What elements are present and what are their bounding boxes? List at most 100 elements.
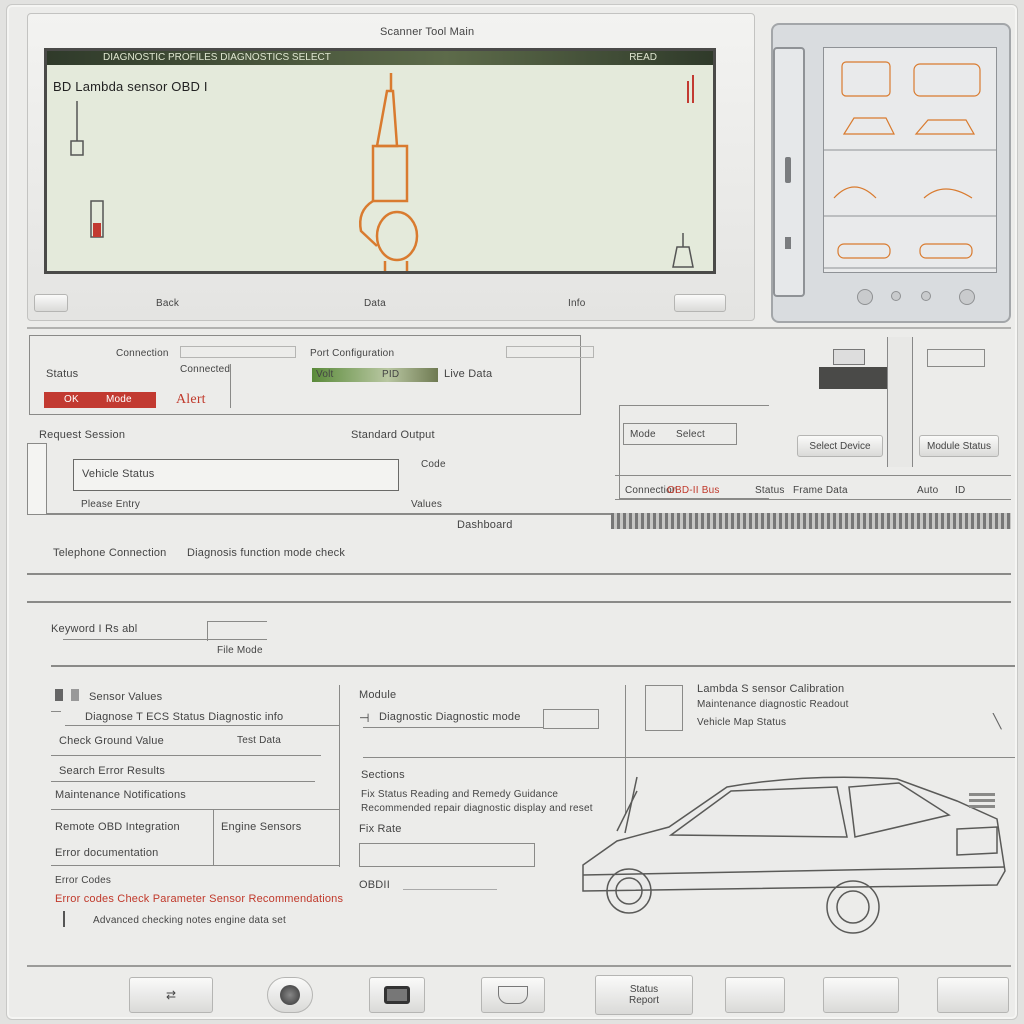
screen-right-slider[interactable] — [674, 294, 726, 312]
vehicle-status-input[interactable]: Vehicle Status — [73, 459, 399, 491]
diagnostic-mode-field[interactable] — [543, 709, 599, 729]
divider — [339, 685, 340, 867]
mode-value: Select — [676, 429, 705, 440]
exit-button[interactable] — [937, 977, 1009, 1013]
bookmark-icon — [55, 689, 63, 701]
field-label-port: Port Configuration — [310, 348, 395, 359]
live-right: PID — [382, 369, 400, 380]
bottom-cell-1[interactable]: Remote OBD Integration — [55, 821, 180, 833]
alert-bar-left: OK — [64, 394, 79, 405]
right-row-3: Status — [755, 485, 785, 496]
door-latch-icon — [785, 237, 791, 249]
bookmark-icon — [71, 689, 79, 701]
mid-section: Sections — [361, 769, 405, 781]
adapter-button[interactable] — [481, 977, 545, 1013]
divider — [51, 755, 321, 756]
nav-left-button[interactable] — [857, 289, 873, 305]
connection-field[interactable] — [180, 346, 296, 358]
expand-icon[interactable]: ╲ — [993, 713, 1001, 730]
cable-label-box — [927, 349, 985, 367]
field-label-connection: Connection — [116, 348, 169, 359]
left-row-2[interactable]: Diagnose T ECS Status Diagnostic info — [85, 711, 283, 723]
divider — [615, 499, 1011, 500]
module-status-button[interactable]: Module Status — [919, 435, 999, 457]
request-right: Standard Output — [351, 429, 435, 441]
monitor-tab-back[interactable]: Back — [156, 298, 179, 309]
mid-field-2: Fix Rate — [359, 823, 402, 835]
bottom-cell-3[interactable]: Error documentation — [55, 847, 158, 859]
vehicle-icons — [824, 61, 996, 269]
probe-icon — [70, 101, 84, 156]
divider — [230, 364, 231, 408]
mode-select[interactable]: Mode Select — [623, 423, 737, 445]
divider — [27, 327, 1011, 329]
port-field[interactable] — [506, 346, 594, 358]
divider — [51, 711, 61, 712]
divider — [63, 639, 267, 640]
left-row-5[interactable]: Maintenance Notifications — [55, 789, 186, 801]
door-handle-icon[interactable] — [785, 157, 791, 183]
thumbnail-box[interactable] — [645, 685, 683, 731]
adapter-icon — [498, 986, 528, 1004]
right-row-4: Frame Data — [793, 485, 848, 496]
divider — [213, 809, 214, 865]
input-left-tab — [27, 443, 47, 515]
divider — [51, 809, 339, 810]
record-button[interactable] — [267, 977, 313, 1013]
save-button[interactable] — [823, 977, 899, 1013]
cursor-marker-icon — [63, 911, 65, 927]
car-side-icon — [842, 117, 895, 135]
car-rear-icon — [914, 119, 976, 135]
live-data-bar: Volt PID — [312, 368, 438, 382]
nav-up-button[interactable] — [891, 291, 901, 301]
monitor-tab-info[interactable]: Info — [568, 298, 585, 309]
bottom-toolbar: ⇄ Status Report — [27, 965, 1011, 1015]
section-title: Keyword I Rs abl — [51, 623, 138, 635]
mid-heading: Module — [359, 689, 397, 701]
record-icon — [280, 985, 300, 1005]
left-row-3-right: Test Data — [237, 735, 282, 746]
mid-field-label: Diagnostic Diagnostic mode — [379, 711, 521, 723]
menu-icon: ⇄ — [165, 988, 177, 1002]
left-row-3[interactable]: Check Ground Value — [59, 735, 164, 747]
footer-left: Telephone Connection — [53, 547, 167, 559]
vehicle-side-panel — [771, 23, 1011, 323]
bottom-cell-2[interactable]: Engine Sensors — [221, 821, 301, 833]
monitor-tab-data[interactable]: Data — [364, 298, 386, 309]
monitor-panel: Scanner Tool Main DIAGNOSTIC PROFILES DI… — [27, 13, 755, 321]
diagnostic-screen: DIAGNOSTIC PROFILES DIAGNOSTICS SELECT R… — [44, 48, 716, 274]
menu-button[interactable]: ⇄ — [129, 977, 213, 1013]
sensor-diagram — [70, 73, 694, 271]
mid-desc-2: Recommended repair diagnostic display an… — [361, 803, 593, 814]
status-group: Connection Port Configuration Status Con… — [29, 335, 594, 415]
screen-left-slider[interactable] — [34, 294, 68, 312]
input-hint: Please Entry — [81, 499, 141, 510]
nav-down-button[interactable] — [921, 291, 931, 301]
obd-connector-icon — [384, 986, 410, 1004]
status-report-button[interactable]: Status Report — [595, 975, 693, 1015]
connect-button[interactable] — [369, 977, 425, 1013]
status-label: Status — [46, 368, 79, 380]
alert-bar: OK Mode — [44, 392, 156, 408]
exhaust-icon — [969, 793, 995, 808]
power-button[interactable] — [959, 289, 975, 305]
next-button[interactable] — [725, 977, 785, 1013]
input-side-2: Values — [411, 499, 443, 510]
right-title: Lambda S sensor Calibration — [697, 683, 845, 695]
car-interior-icon — [833, 186, 877, 199]
left-row-4[interactable]: Search Error Results — [59, 765, 165, 777]
vehicle-illustration — [582, 776, 1006, 934]
panel-door — [773, 47, 805, 297]
right-row-2: OBD-II Bus — [667, 485, 720, 496]
sensor-plug-icon — [90, 200, 104, 238]
warn-line: Error codes Check Parameter Sensor Recom… — [55, 893, 344, 905]
divider — [207, 621, 208, 641]
select-device-button[interactable]: Select Device — [797, 435, 883, 457]
alert-bar-right: Mode — [106, 394, 132, 405]
fix-rate-field[interactable] — [359, 843, 535, 867]
live-left: Volt — [316, 369, 334, 380]
divider — [363, 757, 1015, 758]
status-report-label-2: Report — [628, 995, 659, 1006]
arrow-icon: ⊣ — [359, 711, 370, 725]
footer-right: Diagnosis function mode check — [187, 547, 346, 559]
